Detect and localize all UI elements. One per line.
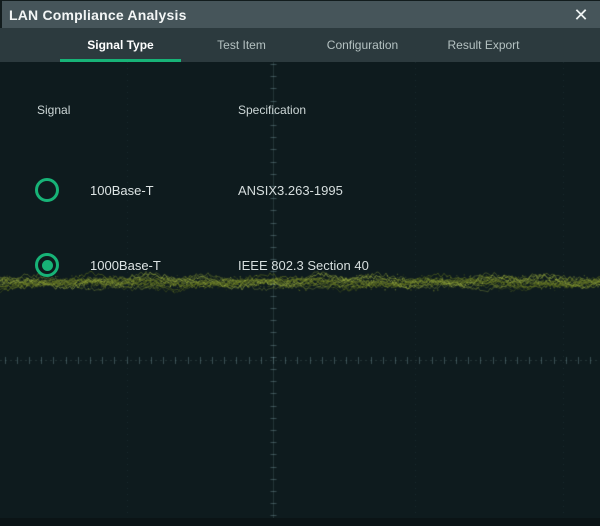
signal-specification: IEEE 802.3 Section 40 bbox=[238, 258, 369, 273]
signal-type-panel: Signal Specification 100Base-T ANSIX3.26… bbox=[0, 62, 600, 518]
signal-name: 100Base-T bbox=[90, 183, 154, 198]
bottom-strip bbox=[0, 518, 600, 526]
signal-name: 1000Base-T bbox=[90, 258, 161, 273]
tab-label: Signal Type bbox=[87, 38, 153, 52]
tab-configuration[interactable]: Configuration bbox=[302, 28, 423, 62]
close-icon: ✕ bbox=[573, 6, 588, 24]
close-button[interactable]: ✕ bbox=[566, 2, 596, 28]
active-tab-underline bbox=[60, 59, 181, 62]
tab-result-export[interactable]: Result Export bbox=[423, 28, 544, 62]
tab-test-item[interactable]: Test Item bbox=[181, 28, 302, 62]
signal-row-100base-t[interactable]: 100Base-T ANSIX3.263-1995 bbox=[0, 176, 600, 204]
tab-label: Result Export bbox=[447, 38, 519, 52]
dialog-titlebar: LAN Compliance Analysis ✕ bbox=[0, 0, 600, 28]
column-header-specification: Specification bbox=[238, 103, 306, 117]
tab-signal-type[interactable]: Signal Type bbox=[60, 28, 181, 62]
radio-button[interactable] bbox=[35, 178, 59, 202]
tab-label: Configuration bbox=[327, 38, 398, 52]
tab-bar: Signal Type Test Item Configuration Resu… bbox=[0, 28, 600, 62]
dialog-title: LAN Compliance Analysis bbox=[2, 7, 187, 23]
column-header-signal: Signal bbox=[37, 103, 70, 117]
signal-specification: ANSIX3.263-1995 bbox=[238, 183, 343, 198]
lan-compliance-dialog: LAN Compliance Analysis ✕ Signal Type Te… bbox=[0, 0, 600, 526]
signal-row-1000base-t[interactable]: 1000Base-T IEEE 802.3 Section 40 bbox=[0, 251, 600, 279]
tab-label: Test Item bbox=[217, 38, 266, 52]
radio-button[interactable] bbox=[35, 253, 59, 277]
